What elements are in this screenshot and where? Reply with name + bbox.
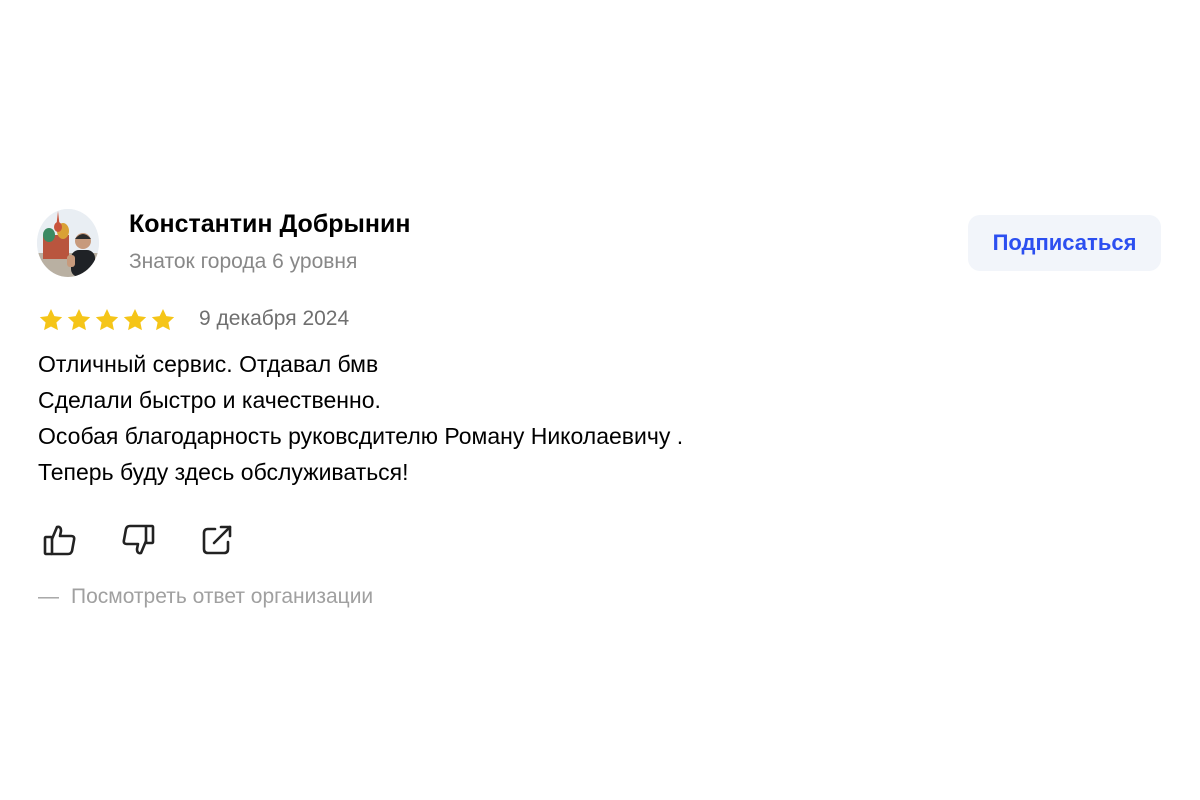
share-button[interactable] (200, 522, 236, 558)
review-date: 9 декабря 2024 (199, 307, 350, 330)
review-text-line: Теперь буду здесь обслуживаться! (38, 459, 409, 485)
star-icon (151, 308, 175, 331)
author-avatar[interactable] (37, 209, 99, 277)
subscribe-button[interactable]: Подписаться (968, 215, 1161, 271)
dislike-button[interactable] (120, 522, 156, 558)
star-icon (67, 308, 91, 331)
review-text-line: Особая благодарность руковсдителю Роману… (38, 423, 684, 449)
like-button[interactable] (42, 522, 78, 558)
author-level: Знаток города 6 уровня (129, 250, 358, 273)
thumbs-down-icon (122, 524, 155, 555)
review-text-line: Отличный сервис. Отдавал бмв (38, 351, 379, 377)
review-card: Константин Добрынин Знаток города 6 уров… (0, 0, 1200, 800)
star-icon (39, 308, 63, 331)
star-icon (95, 308, 119, 331)
share-icon (202, 525, 232, 555)
star-icon (123, 308, 147, 331)
view-org-reply-label: Посмотреть ответ организации (71, 585, 374, 608)
review-text: Отличный сервис. Отдавал бмв Сделали быст… (38, 346, 683, 490)
avatar-image (37, 209, 99, 277)
author-name[interactable]: Константин Добрынин (129, 210, 410, 239)
view-org-reply-link[interactable]: — Посмотреть ответ организации (38, 585, 373, 609)
reply-dash: — (38, 585, 59, 608)
star-rating (38, 307, 176, 333)
review-text-line: Сделали быстро и качественно. (38, 387, 381, 413)
thumbs-up-icon (43, 525, 76, 556)
